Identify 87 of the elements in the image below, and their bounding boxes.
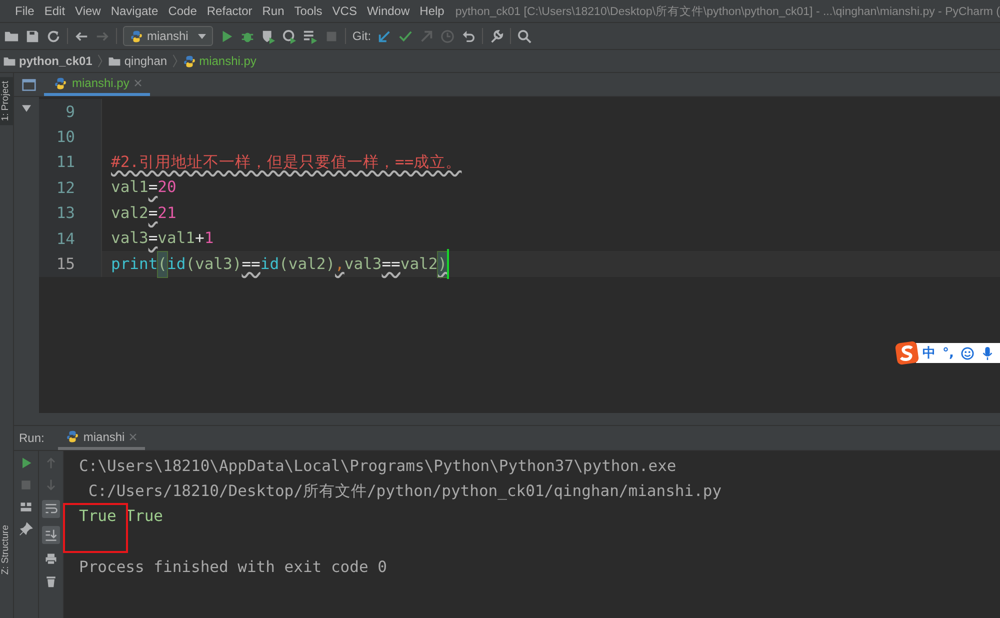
- chevron-icon: [97, 54, 104, 68]
- trash-icon[interactable]: [44, 574, 58, 588]
- code-token: val1: [111, 177, 148, 198]
- collapse-triangle-icon[interactable]: [22, 105, 31, 112]
- wrench-icon[interactable]: [489, 28, 504, 44]
- highlight-box: [63, 503, 128, 553]
- code-token: print: [111, 254, 158, 275]
- undo-icon[interactable]: [461, 28, 476, 44]
- soft-wrap-toggle[interactable]: [42, 500, 60, 518]
- code-token: id: [260, 254, 280, 275]
- code-token: =: [148, 228, 158, 250]
- sync-icon[interactable]: [46, 28, 61, 44]
- structure-panel-tab[interactable]: Z: Structure: [0, 525, 13, 575]
- python-file-icon: [54, 76, 67, 90]
- menu-item[interactable]: Tools: [289, 4, 328, 18]
- menu-item[interactable]: Code: [163, 4, 202, 18]
- code-token: =: [148, 202, 158, 224]
- breadcrumb[interactable]: python_ck01: [19, 54, 92, 68]
- vcs-label: Git:: [352, 29, 372, 43]
- code-token: id: [167, 254, 186, 275]
- smiley-icon[interactable]: [961, 346, 974, 360]
- code-token: val3: [111, 228, 148, 250]
- breadcrumb[interactable]: qinghan: [124, 54, 168, 68]
- text-caret: [447, 249, 450, 280]
- code-token: #2.引用地址不一样，但是只要值一样，==成立。: [111, 152, 462, 173]
- line-number: 13: [39, 200, 101, 226]
- code-token: val1: [158, 228, 195, 250]
- line-number: 9: [39, 99, 101, 124]
- line-number: 10: [39, 124, 101, 150]
- menu-item[interactable]: File: [10, 4, 40, 18]
- code-token: (val2): [279, 254, 336, 275]
- python-file-icon: [183, 54, 196, 68]
- menu-item[interactable]: View: [70, 4, 106, 18]
- microphone-icon[interactable]: [981, 346, 994, 360]
- code-token: 1: [204, 228, 214, 250]
- pin-icon[interactable]: [19, 522, 33, 536]
- python-icon: [130, 30, 143, 42]
- code-token: ==: [382, 254, 400, 275]
- project-panel-tab[interactable]: 1: Project: [0, 77, 13, 126]
- save-icon[interactable]: [25, 28, 40, 44]
- code-token: ): [438, 252, 448, 277]
- list-run-icon[interactable]: [303, 28, 318, 44]
- python-icon: [66, 430, 80, 443]
- menu-item[interactable]: VCS: [327, 4, 362, 18]
- ime-button[interactable]: 中: [922, 344, 936, 362]
- code-token: (: [158, 252, 168, 277]
- console-line: Process finished with exit code 0: [79, 558, 387, 576]
- code-token: val2: [111, 202, 148, 224]
- scroll-to-end-toggle[interactable]: [42, 526, 60, 544]
- chevron-icon: [172, 54, 178, 68]
- update-arrow-icon[interactable]: [377, 28, 392, 44]
- menu-item[interactable]: Navigate: [106, 4, 164, 18]
- menu-item[interactable]: Edit: [39, 4, 70, 18]
- caret-icon: [198, 34, 206, 38]
- folder-icon: [108, 54, 122, 68]
- code-token: val3: [344, 254, 382, 275]
- console-line: True True: [79, 507, 163, 526]
- panel-icon[interactable]: [22, 78, 36, 92]
- line-number: 11: [39, 150, 101, 176]
- code-token: val2: [400, 254, 438, 275]
- line-number: 14: [39, 226, 101, 252]
- search-icon[interactable]: [517, 28, 532, 44]
- code-token: 21: [158, 202, 176, 224]
- folder-icon: [3, 54, 16, 68]
- code-token: =: [148, 177, 158, 198]
- window-title: python_ck01 [C:\Users\18210\Desktop\所有文件\python\python_ck01] - ...\qinghan\mianshi.py - PyCharm (: [455, 4, 1000, 18]
- menu-item[interactable]: Help: [414, 4, 450, 18]
- code-token: +: [195, 228, 204, 250]
- ime-button[interactable]: °,: [942, 346, 954, 360]
- menu-item[interactable]: Run: [257, 4, 290, 18]
- run-label: Run:: [19, 431, 44, 445]
- printer-icon[interactable]: [44, 552, 58, 566]
- code-token: 20: [158, 177, 176, 198]
- line-number: 12: [39, 175, 101, 201]
- code-token: ,: [335, 254, 344, 275]
- layout-icon[interactable]: [19, 500, 33, 514]
- shield-run-icon[interactable]: [261, 28, 276, 44]
- breadcrumb[interactable]: mianshi.py: [199, 54, 256, 68]
- menu-item[interactable]: Refactor: [202, 4, 258, 18]
- run-config-dropdown[interactable]: mianshi: [123, 26, 214, 46]
- check-icon[interactable]: [398, 28, 414, 44]
- menu-item[interactable]: Window: [362, 4, 415, 18]
- gauge-run-icon[interactable]: [282, 28, 298, 44]
- code-token: ==: [242, 254, 260, 275]
- console-line: C:/Users/18210/Desktop/所有文件/python/python_ck01/qinghan/mianshi.py: [87, 480, 722, 502]
- console-line: C:\Users\18210\AppData\Local\Programs\Python\Python37\python.exe: [79, 456, 676, 475]
- code-token: (val3): [186, 254, 242, 275]
